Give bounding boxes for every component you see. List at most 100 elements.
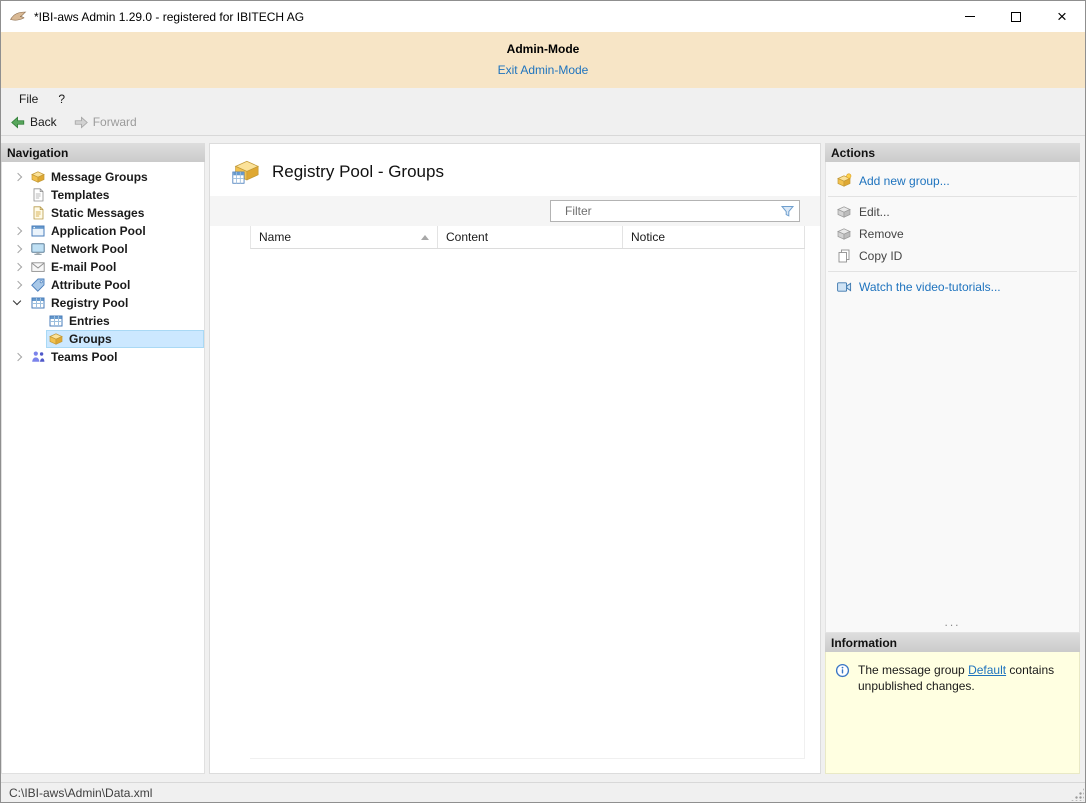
back-arrow-icon [10,114,26,130]
close-button[interactable]: × [1039,1,1085,32]
filter-input[interactable] [551,204,779,218]
navigation-panel: Navigation Message Groups Templates Static… [1,143,205,774]
maximize-button[interactable] [993,1,1039,32]
expander-collapsed-icon[interactable] [10,169,26,185]
action-remove[interactable]: Remove [826,223,1079,245]
resize-grip[interactable] [1071,788,1084,801]
expander-collapsed-icon[interactable] [10,259,26,275]
nav-item-application-pool[interactable]: Application Pool [2,222,204,240]
nav-item-content: Registry Pool [28,294,204,312]
app-icon [9,9,27,25]
nav-item-entries[interactable]: Entries [2,312,204,330]
nav-item-label: E-mail Pool [51,260,116,274]
nav-item-network-pool[interactable]: Network Pool [2,240,204,258]
registry-groups-icon [230,157,260,187]
column-header-label: Notice [631,230,665,244]
action-add-new-group[interactable]: Add new group... [826,170,1079,192]
table-body[interactable] [250,249,805,759]
nav-item-attribute-pool[interactable]: Attribute Pool [2,276,204,294]
column-header-name[interactable]: Name [251,226,438,248]
separator [828,271,1077,272]
navigation-header: Navigation [1,143,205,162]
menu-bar: File ? [1,88,1085,109]
nav-item-message-groups[interactable]: Message Groups [2,168,204,186]
filter-box [550,200,800,222]
nav-item-groups[interactable]: Groups [2,330,204,348]
actions-panel: Add new group... Edit... RemoveCopy ID Watc… [825,162,1080,633]
nav-item-content: Entries [46,312,204,330]
nav-item-templates[interactable]: Templates [2,186,204,204]
minimize-button[interactable] [947,1,993,32]
nav-item-content: Network Pool [28,240,204,258]
expander-expanded-icon[interactable] [10,295,26,311]
video-tutorials-icon [836,279,852,295]
admin-mode-title: Admin-Mode [1,42,1085,56]
nav-item-label: Entries [69,314,110,328]
action-label: Watch the video-tutorials... [859,280,1001,294]
app-window: *IBI-aws Admin 1.29.0 - registered for I… [0,0,1086,803]
right-panel: Actions Add new group... Edit... RemoveCop… [825,143,1080,774]
page-title: Registry Pool - Groups [272,162,444,182]
nav-item-label: Templates [51,188,109,202]
nav-item-content: Templates [28,186,204,204]
registry-groups-icon [48,331,64,347]
actions-overflow[interactable]: ... [826,615,1079,632]
nav-item-content: Groups [46,330,204,348]
network-pool-icon [30,241,46,257]
email-pool-icon [30,259,46,275]
nav-item-content: E-mail Pool [28,258,204,276]
nav-item-content: Attribute Pool [28,276,204,294]
action-copy-id[interactable]: Copy ID [826,245,1079,267]
column-header-notice[interactable]: Notice [623,226,805,248]
window-title: *IBI-aws Admin 1.29.0 - registered for I… [34,10,304,24]
action-edit[interactable]: Edit... [826,201,1079,223]
information-header: Information [825,633,1080,652]
sort-ascending-icon [421,235,429,240]
nav-item-teams-pool[interactable]: Teams Pool [2,348,204,366]
registry-pool-icon [30,295,46,311]
expander-spacer [10,187,26,203]
close-icon: × [1057,12,1067,22]
content-region: Navigation Message Groups Templates Static… [1,136,1085,782]
exit-admin-mode-link[interactable]: Exit Admin-Mode [498,63,589,77]
teams-pool-icon [30,349,46,365]
nav-item-content: Static Messages [28,204,204,222]
status-path: C:\IBI-aws\Admin\Data.xml [9,786,152,800]
default-group-link[interactable]: Default [968,663,1006,677]
expander-collapsed-icon[interactable] [10,349,26,365]
add-group-icon [836,173,852,189]
information-message: The message group Default contains unpub… [858,662,1071,694]
menu-file[interactable]: File [9,90,48,108]
nav-item-label: Network Pool [51,242,128,256]
nav-item-label: Groups [69,332,112,346]
back-button[interactable]: Back [10,114,57,130]
info-icon [835,663,851,679]
menu-help[interactable]: ? [48,90,75,108]
expander-collapsed-icon[interactable] [10,277,26,293]
navigation-tree: Message Groups Templates Static MessagesAp… [1,162,205,774]
forward-button[interactable]: Forward [73,114,137,130]
nav-item-label: Attribute Pool [51,278,130,292]
templates-icon [30,187,46,203]
column-header-label: Name [259,230,291,244]
main-panel: Registry Pool - Groups Name Content Notice [209,143,821,774]
filter-funnel-icon[interactable] [779,203,796,219]
expander-spacer [10,205,26,221]
info-text-before: The message group [858,663,968,677]
column-header-label: Content [446,230,488,244]
expander-collapsed-icon[interactable] [10,241,26,257]
table-header: Name Content Notice [250,226,805,249]
nav-item-label: Message Groups [51,170,148,184]
nav-item-e-mail-pool[interactable]: E-mail Pool [2,258,204,276]
nav-item-registry-pool[interactable]: Registry Pool [2,294,204,312]
action-watch-the-video-tutorials[interactable]: Watch the video-tutorials... [826,276,1079,298]
remove-icon [836,226,852,242]
column-header-content[interactable]: Content [438,226,623,248]
application-pool-icon [30,223,46,239]
status-bar: C:\IBI-aws\Admin\Data.xml [1,782,1085,802]
nav-item-static-messages[interactable]: Static Messages [2,204,204,222]
expander-collapsed-icon[interactable] [10,223,26,239]
title-bar: *IBI-aws Admin 1.29.0 - registered for I… [1,1,1085,32]
actions-header: Actions [825,143,1080,162]
action-label: Edit... [859,205,890,219]
